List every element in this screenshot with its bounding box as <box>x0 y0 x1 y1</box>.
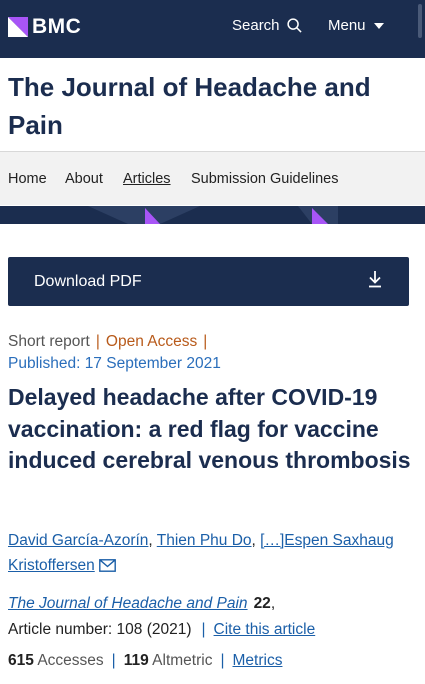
journal-title[interactable]: The Journal of Headache and Pain <box>8 68 418 144</box>
separator: | <box>95 333 100 350</box>
chevron-down-icon <box>373 22 384 29</box>
article-type: Short report <box>8 333 90 350</box>
banner-pattern <box>88 206 338 224</box>
open-access-badge: Open Access <box>105 333 198 350</box>
article-title: Delayed headache after COVID-19 vaccinat… <box>8 384 411 473</box>
menu-label: Menu <box>328 17 366 34</box>
logo-text: BMC <box>32 15 82 38</box>
volume-number: 22 <box>253 595 271 612</box>
citation-journal-line: The Journal of Headache and Pain 22, <box>8 595 275 613</box>
author-link[interactable]: Thien Phu Do <box>157 532 252 549</box>
search-label: Search <box>232 17 280 34</box>
decorative-banner <box>0 206 425 224</box>
cite-this-article-link[interactable]: Cite this article <box>214 621 316 638</box>
journal-link[interactable]: The Journal of Headache and Pain <box>8 595 248 612</box>
author-list: David García-Azorín, Thien Phu Do, […]Es… <box>8 532 394 574</box>
bmc-logo-mark-icon <box>8 17 28 37</box>
search-button[interactable]: Search <box>232 17 302 34</box>
altmetric-label: Altmetric <box>152 652 213 669</box>
accesses-count: 615 <box>8 652 34 669</box>
nav-item-articles[interactable]: Articles <box>123 171 171 187</box>
separator: | <box>201 621 206 638</box>
download-pdf-button[interactable]: Download PDF <box>8 257 409 306</box>
author-link[interactable]: David García-Azorín <box>8 532 148 549</box>
separator: | <box>203 333 208 350</box>
download-pdf-label: Download PDF <box>34 273 142 290</box>
article-number: Article number: 108 (2021) <box>8 621 192 638</box>
mail-icon[interactable] <box>98 559 116 572</box>
metrics-link[interactable]: Metrics <box>233 652 283 669</box>
article-meta: Short report | Open Access | <box>8 333 213 351</box>
search-icon <box>286 18 302 33</box>
article-metrics: 615 Accesses | 119 Altmetric | Metrics <box>8 652 282 670</box>
nav-item-submission-guidelines[interactable]: Submission Guidelines <box>191 171 339 187</box>
download-icon <box>369 271 381 288</box>
accesses-label: Accesses <box>37 652 104 669</box>
top-header: BMC Search Menu <box>0 0 425 58</box>
citation-number-line: Article number: 108 (2021) | Cite this art… <box>8 621 315 639</box>
separator: | <box>111 652 116 669</box>
separator: | <box>220 652 225 669</box>
published-date: Published: 17 September 2021 <box>8 355 221 372</box>
altmetric-count: 119 <box>123 652 149 669</box>
menu-button[interactable]: Menu <box>328 17 384 34</box>
scrollbar-thumb[interactable] <box>418 4 422 38</box>
bmc-logo[interactable]: BMC <box>8 15 81 39</box>
nav-item-about[interactable]: About <box>65 171 103 187</box>
comma: , <box>270 595 276 612</box>
journal-nav: Home About Articles Submission Guideline… <box>0 151 425 205</box>
nav-item-home[interactable]: Home <box>8 171 47 187</box>
